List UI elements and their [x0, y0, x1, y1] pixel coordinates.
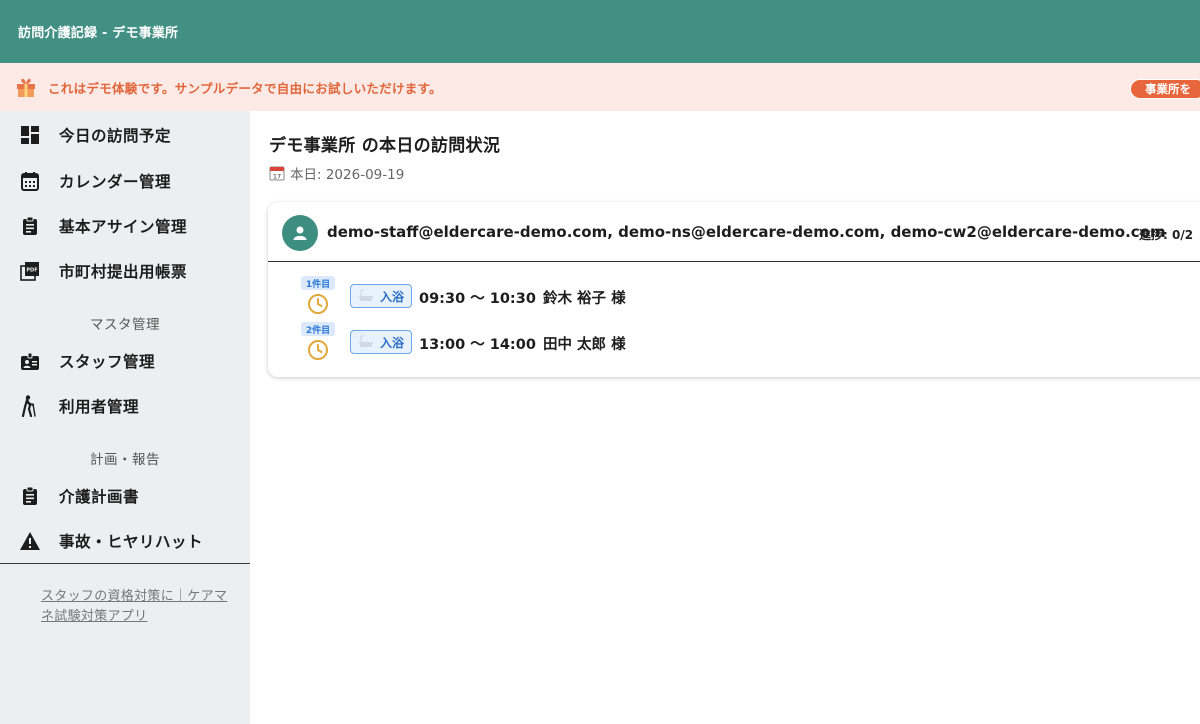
- date-row: 17 本日: 2026-09-19: [269, 163, 404, 183]
- sidebar-item-staff[interactable]: スタッフ管理: [0, 341, 250, 381]
- sidebar-item-label: 今日の訪問予定: [59, 127, 172, 145]
- service-label: 入浴: [380, 289, 405, 304]
- sidebar-item-label: 基本アサイン管理: [59, 218, 188, 236]
- visit-client: 田中 太郎 様: [543, 337, 626, 353]
- service-chip: 入浴: [350, 284, 412, 308]
- person-icon: [293, 226, 307, 240]
- page-title: デモ事業所 の本日の訪問状況: [269, 136, 501, 156]
- badge-icon: [19, 350, 41, 372]
- calendar-icon: 17: [269, 166, 285, 181]
- dashboard-icon: [19, 124, 41, 146]
- sidebar-item-care-plan[interactable]: 介護計画書: [0, 476, 250, 516]
- sidebar-item-label: スタッフ管理: [59, 353, 156, 371]
- visit-row[interactable]: 2件目 入浴 13:00 〜 14:00 田中 太郎 様: [268, 322, 1200, 364]
- app-title: 訪問介護記録 - デモ事業所: [18, 26, 179, 41]
- clipboard-icon: [19, 215, 41, 237]
- sidebar-item-label: 市町村提出用帳票: [59, 263, 188, 281]
- staff-emails: demo-staff@eldercare-demo.com, demo-ns@e…: [327, 223, 1166, 241]
- avatar: [282, 215, 318, 251]
- sidebar-item-municipal-forms[interactable]: PDF 市町村提出用帳票: [0, 251, 250, 291]
- app-bar: 訪問介護記録 - デモ事業所: [0, 0, 1200, 63]
- demo-notice-text: これはデモ体験です。サンプルデータで自由にお試しいただけます。: [48, 80, 442, 96]
- demo-banner: これはデモ体験です。サンプルデータで自由にお試しいただけます。 事業所を: [0, 63, 1200, 111]
- sidebar-item-today-visits[interactable]: 今日の訪問予定: [0, 115, 250, 155]
- bath-icon: [359, 335, 373, 347]
- visit-order-badge: 1件目: [301, 276, 335, 290]
- visit-time: 09:30 〜 10:30: [419, 291, 536, 307]
- pdf-icon: PDF: [19, 260, 41, 282]
- service-chip: 入浴: [350, 330, 412, 354]
- sidebar-item-label: カレンダー管理: [59, 173, 172, 191]
- facility-button[interactable]: 事業所を: [1130, 79, 1200, 99]
- sidebar-item-label: 利用者管理: [59, 398, 140, 416]
- sidebar-item-users[interactable]: 利用者管理: [0, 386, 250, 426]
- sidebar-item-basic-assign[interactable]: 基本アサイン管理: [0, 206, 250, 246]
- main-content: デモ事業所 の本日の訪問状況 17 本日: 2026-09-19 demo-st…: [250, 111, 1200, 724]
- sidebar-divider: [0, 563, 250, 564]
- progress-text: 進捗: 0/2: [1139, 228, 1194, 242]
- clock-icon: [308, 340, 328, 360]
- card-header: demo-staff@eldercare-demo.com, demo-ns@e…: [268, 202, 1200, 262]
- visit-row[interactable]: 1件目 入浴 09:30 〜 10:30 鈴木 裕子 様: [268, 276, 1200, 318]
- exam-app-link[interactable]: スタッフの資格対策に｜ケアマネ試験対策アプリ: [41, 587, 236, 627]
- visit-time: 13:00 〜 14:00: [419, 337, 536, 353]
- calendar-icon: [19, 170, 41, 192]
- service-label: 入浴: [380, 335, 405, 350]
- gift-icon: [17, 78, 35, 97]
- clipboard-list-icon: [19, 485, 41, 507]
- warning-icon: [19, 530, 41, 552]
- elderly-walker-icon: [19, 395, 41, 417]
- sidebar-item-label: 事故・ヒヤリハット: [59, 533, 204, 551]
- sidebar-item-calendar[interactable]: カレンダー管理: [0, 161, 250, 201]
- bath-icon: [359, 289, 373, 301]
- sidebar-item-label: 介護計画書: [59, 488, 140, 506]
- section-label-master: マスタ管理: [90, 317, 160, 333]
- sidebar-item-incidents[interactable]: 事故・ヒヤリハット: [0, 521, 250, 561]
- section-label-plans: 計画・報告: [90, 452, 160, 468]
- visit-order-badge: 2件目: [301, 322, 335, 336]
- sidebar: 今日の訪問予定 カレンダー管理 基本アサイン管理 PDF 市町村提出用帳票 マス…: [0, 111, 250, 724]
- visit-client: 鈴木 裕子 様: [543, 291, 626, 307]
- staff-visit-card: demo-staff@eldercare-demo.com, demo-ns@e…: [268, 202, 1200, 377]
- today-date: 本日: 2026-09-19: [290, 167, 405, 183]
- svg-text:17: 17: [273, 173, 281, 181]
- svg-text:PDF: PDF: [26, 268, 37, 274]
- clock-icon: [308, 294, 328, 314]
